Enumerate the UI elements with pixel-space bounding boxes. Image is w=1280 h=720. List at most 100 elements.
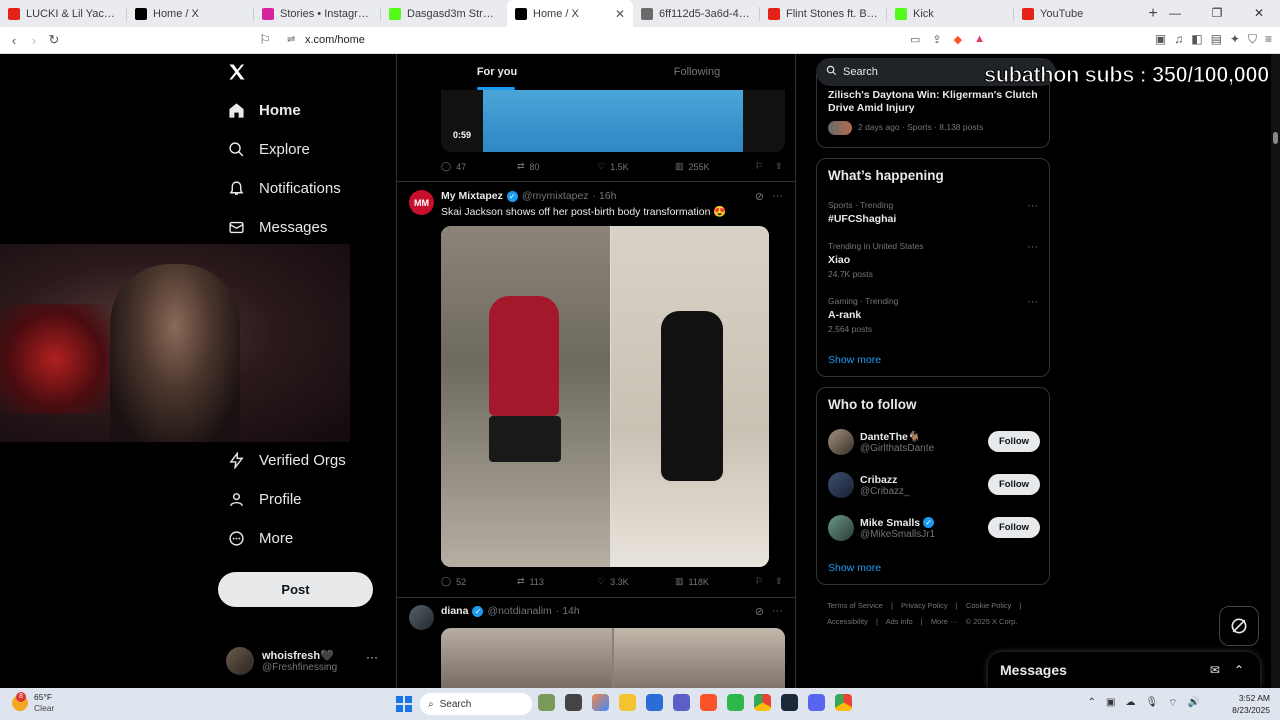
- messages-drawer[interactable]: Messages ✉ ⌃: [988, 652, 1260, 688]
- volume-icon[interactable]: 🔊: [1188, 697, 1200, 710]
- browser-tab[interactable]: 6ff112d5-3a6d-4d47-a6c8: [633, 0, 759, 27]
- more-dots-icon[interactable]: ···: [772, 190, 783, 203]
- app-icon[interactable]: [727, 694, 744, 711]
- bookmark-icon[interactable]: ⚐: [255, 32, 275, 48]
- footer-link[interactable]: Cookie Policy: [966, 601, 1011, 610]
- share-button[interactable]: ⇪: [775, 576, 783, 587]
- author-name[interactable]: My Mixtapez: [441, 190, 503, 202]
- views-button[interactable]: ▥ 118K: [675, 576, 755, 587]
- tab-following[interactable]: Following: [597, 54, 795, 90]
- microphone-icon[interactable]: 🎙: [1145, 697, 1158, 710]
- grok-button[interactable]: [1219, 606, 1259, 646]
- more-dots-icon[interactable]: ···: [366, 650, 378, 664]
- repost-button[interactable]: ⇄ 113: [517, 576, 597, 587]
- browser-tab[interactable]: Home / X: [127, 0, 253, 27]
- like-button[interactable]: ♡ 1.5K: [597, 161, 675, 172]
- bookmark-button[interactable]: ⚐: [755, 576, 775, 587]
- wifi-icon[interactable]: ⌔: [1168, 697, 1177, 710]
- leo-ai-icon[interactable]: ✦: [1230, 32, 1240, 47]
- show-more-link[interactable]: Show more: [828, 562, 881, 574]
- close-tab-icon[interactable]: ✕: [615, 7, 625, 21]
- taskbar-clock[interactable]: 3:52 AM 8/23/2025: [1232, 692, 1270, 716]
- follow-suggestion[interactable]: Mike Smalls ✓ @MikeSmallsJr1 Follow: [828, 511, 1040, 545]
- nav-explore[interactable]: Explore: [227, 140, 310, 158]
- follow-suggestion[interactable]: Cribazz @Cribazz_ Follow: [828, 468, 1040, 502]
- wallet-icon[interactable]: ▤: [1211, 32, 1222, 47]
- teams-icon[interactable]: [673, 694, 690, 711]
- share-button[interactable]: ⇪: [775, 161, 783, 172]
- account-switcher[interactable]: whoisfresh🖤 @Freshfinessing ···: [226, 644, 386, 678]
- reply-button[interactable]: ◯ 47: [441, 161, 517, 172]
- copilot-icon[interactable]: [592, 694, 609, 711]
- x-logo-icon[interactable]: [227, 62, 247, 88]
- grok-icon[interactable]: ⊘: [755, 605, 764, 618]
- minimize-button[interactable]: —: [1154, 0, 1196, 27]
- footer-link[interactable]: Privacy Policy: [901, 601, 948, 610]
- discord-icon[interactable]: [808, 694, 825, 711]
- author-handle[interactable]: @mymixtapez: [522, 190, 589, 202]
- follow-button[interactable]: Follow: [988, 517, 1040, 538]
- weather-widget[interactable]: 8 65°F Clear: [12, 692, 54, 714]
- brave-rewards-icon[interactable]: ▲: [974, 33, 985, 46]
- chrome-icon[interactable]: [835, 694, 852, 711]
- views-button[interactable]: ▥ 255K: [675, 161, 755, 172]
- browser-tab[interactable]: YouTube: [1014, 0, 1140, 27]
- tray-app-icon[interactable]: ▣: [1106, 697, 1115, 710]
- share-icon[interactable]: ⇪: [932, 33, 941, 46]
- author-handle[interactable]: @notdianalim: [487, 605, 551, 617]
- repost-button[interactable]: ⇄ 80: [517, 161, 597, 172]
- url-field[interactable]: x.com/home: [305, 34, 365, 46]
- nav-home[interactable]: Home: [227, 101, 301, 119]
- page-scrollbar[interactable]: [1271, 54, 1280, 688]
- app-icon[interactable]: [538, 694, 555, 711]
- more-dots-icon[interactable]: ···: [1027, 200, 1038, 212]
- tweet-time[interactable]: · 14h: [556, 605, 580, 617]
- author-name[interactable]: diana: [441, 605, 468, 617]
- taskbar-search[interactable]: ⌕ Search: [420, 693, 532, 715]
- trend-name[interactable]: #UFCShaghai: [828, 213, 896, 225]
- footer-link[interactable]: Accessibility: [827, 617, 868, 626]
- avatar[interactable]: [409, 605, 434, 630]
- maximize-button[interactable]: ❐: [1196, 0, 1238, 27]
- browser-tab[interactable]: LUCKI & Lil Yachty - I Don: [0, 0, 126, 27]
- more-dots-icon[interactable]: ···: [1027, 296, 1038, 308]
- reply-button[interactable]: ◯ 52: [441, 576, 517, 587]
- trend-name[interactable]: Xiao: [828, 254, 850, 266]
- browser-tab[interactable]: Flint Stones ft. Babyfxce E: [760, 0, 886, 27]
- nav-profile[interactable]: Profile: [227, 490, 302, 508]
- file-explorer-icon[interactable]: [619, 694, 636, 711]
- reload-button[interactable]: ↻: [44, 32, 64, 48]
- chevron-up-icon[interactable]: ⌃: [1088, 697, 1096, 710]
- new-message-icon[interactable]: ✉: [1210, 663, 1220, 677]
- menu-icon[interactable]: ≡: [1265, 32, 1272, 47]
- nav-messages[interactable]: Messages: [227, 218, 327, 236]
- avatar[interactable]: MM: [409, 190, 434, 215]
- bookmark-button[interactable]: ⚐: [755, 161, 775, 172]
- tab-for-you[interactable]: For you: [397, 54, 597, 90]
- back-button[interactable]: ‹: [4, 33, 24, 48]
- store-icon[interactable]: [646, 694, 663, 711]
- footer-link[interactable]: Terms of Service: [827, 601, 883, 610]
- expand-icon[interactable]: ⌃: [1234, 663, 1244, 677]
- nav-notifications[interactable]: Notifications: [227, 179, 341, 197]
- chrome-icon[interactable]: [754, 694, 771, 711]
- tweet-image[interactable]: [441, 628, 785, 688]
- trend-name[interactable]: A-rank: [828, 309, 861, 321]
- browser-tab[interactable]: Stories • Instagram: [254, 0, 380, 27]
- browser-tab[interactable]: Dasgasd3m Stream - Wat: [381, 0, 507, 27]
- steam-icon[interactable]: [781, 694, 798, 711]
- follow-button[interactable]: Follow: [988, 431, 1040, 452]
- cast-icon[interactable]: ▭: [910, 33, 920, 46]
- media-icon[interactable]: ♫: [1174, 32, 1183, 47]
- scrollbar-thumb[interactable]: [1273, 132, 1278, 144]
- follow-button[interactable]: Follow: [988, 474, 1040, 495]
- nav-verified-orgs[interactable]: Verified Orgs: [227, 451, 346, 469]
- task-view-icon[interactable]: [565, 694, 582, 711]
- cloud-icon[interactable]: ☁: [1125, 697, 1135, 710]
- footer-link[interactable]: Ads info: [886, 617, 913, 626]
- tab-search-icon[interactable]: ▣: [1155, 32, 1166, 47]
- grok-icon[interactable]: ⊘: [755, 190, 764, 203]
- sidebar-icon[interactable]: ◧: [1191, 32, 1202, 47]
- browser-tab[interactable]: Kick: [887, 0, 1013, 27]
- footer-link[interactable]: More ···: [931, 617, 958, 626]
